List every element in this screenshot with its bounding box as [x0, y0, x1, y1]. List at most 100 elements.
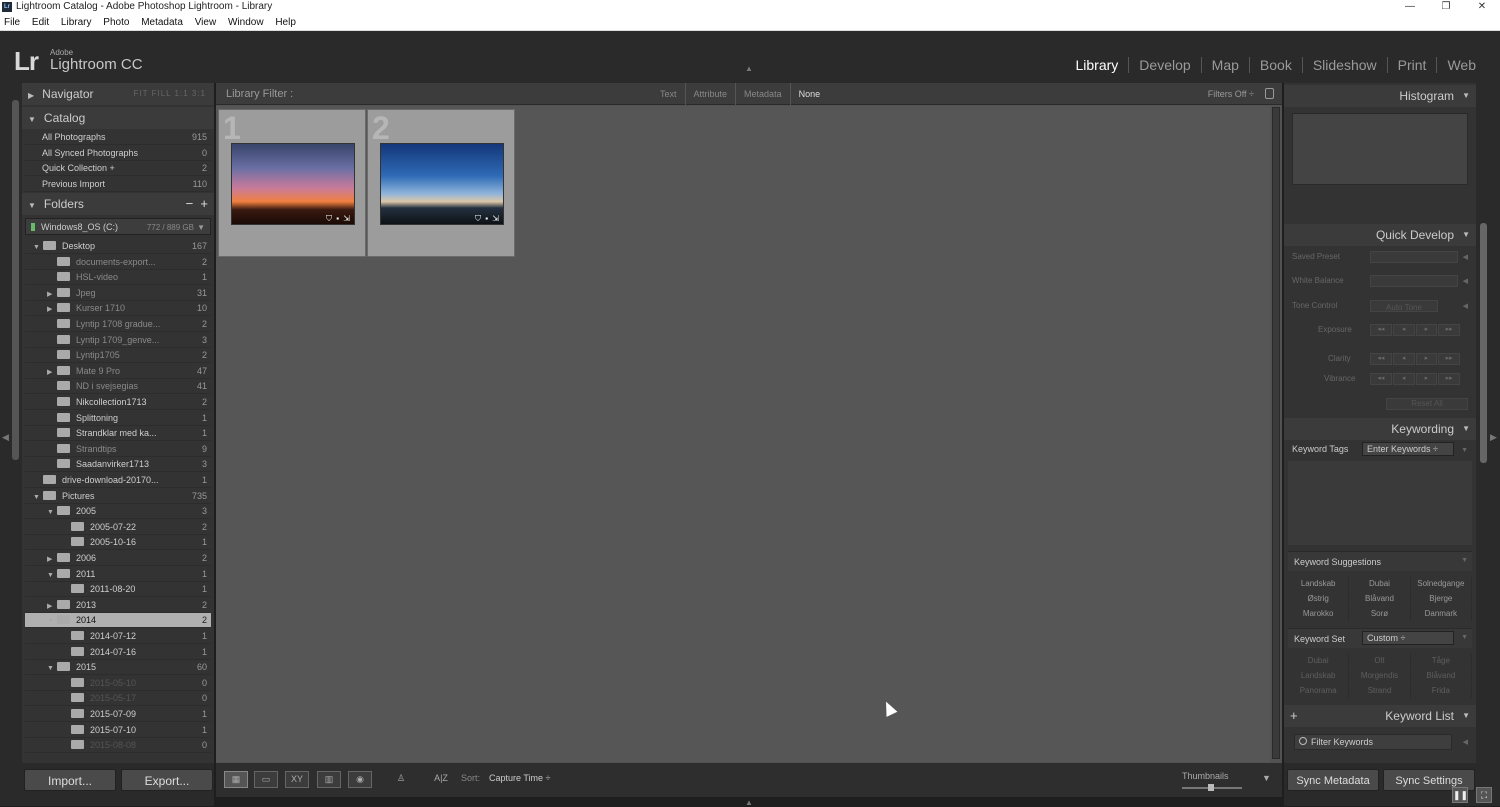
folders-header[interactable]: ▼ Folders − +: [22, 193, 214, 215]
sort-direction-icon[interactable]: A|Z: [428, 771, 454, 788]
module-library[interactable]: Library: [1066, 57, 1129, 73]
keyword-chip[interactable]: Landskab: [1288, 669, 1350, 683]
disclosure-icon[interactable]: ▶: [47, 302, 57, 317]
navigator-zoom-options[interactable]: FIT FILL 1:1 3:1: [134, 83, 206, 105]
arrow-left-icon[interactable]: ◀: [1463, 253, 1468, 261]
folder-item[interactable]: ▼ 2011 1: [25, 567, 211, 582]
left-scrollbar[interactable]: [12, 100, 19, 460]
quick-develop-header[interactable]: Quick Develop ▼: [1284, 224, 1476, 246]
folder-item[interactable]: ▼ 2005 3: [25, 504, 211, 520]
filter-keywords-input[interactable]: Filter Keywords: [1294, 734, 1452, 750]
chevron-down-icon[interactable]: ▼: [1461, 634, 1468, 641]
white-balance-select[interactable]: [1370, 275, 1458, 287]
lock-icon[interactable]: [1265, 88, 1274, 99]
add-keyword-button[interactable]: +: [1290, 705, 1298, 727]
add-folder-button[interactable]: +: [200, 196, 208, 211]
chevron-down-icon[interactable]: ▼: [1461, 447, 1468, 454]
folder-item[interactable]: 2015-08-08 0: [25, 738, 211, 754]
step-button[interactable]: ◂◂: [1370, 324, 1392, 336]
module-print[interactable]: Print: [1386, 57, 1437, 73]
filter-metadata[interactable]: Metadata: [735, 83, 790, 105]
folder-item[interactable]: documents-export... 2: [25, 255, 211, 270]
step-button[interactable]: ▸▸: [1438, 373, 1460, 385]
folder-item[interactable]: ▶ 2006 2: [25, 551, 211, 566]
folder-item[interactable]: ▼ 2015 60: [25, 660, 211, 676]
folder-item[interactable]: ▶ Mate 9 Pro 47: [25, 364, 211, 379]
loupe-view-icon[interactable]: ▭: [254, 771, 278, 788]
arrow-left-icon[interactable]: ◀: [1463, 277, 1468, 285]
module-book[interactable]: Book: [1248, 57, 1302, 73]
menu-window[interactable]: Window: [228, 14, 264, 31]
keyword-chip[interactable]: Panorama: [1288, 684, 1350, 698]
histogram-header[interactable]: Histogram ▼: [1284, 85, 1476, 107]
keyword-chip[interactable]: Morgendis: [1349, 669, 1411, 683]
photo-thumbnail-beach[interactable]: [380, 143, 504, 225]
folder-item[interactable]: 2014-07-12 1: [25, 629, 211, 644]
keyword-chip[interactable]: Østrig: [1288, 592, 1350, 606]
menu-metadata[interactable]: Metadata: [141, 14, 183, 31]
keyword-chip[interactable]: Landskab: [1288, 577, 1350, 591]
keyword-chip[interactable]: Blåvand: [1349, 592, 1411, 606]
filter-attribute[interactable]: Attribute: [684, 83, 736, 105]
keyword-set-select[interactable]: Custom ÷: [1362, 631, 1454, 645]
keyword-tags-select[interactable]: Enter Keywords ÷: [1362, 442, 1454, 456]
folder-item[interactable]: Strandklar med ka... 1: [25, 426, 211, 442]
step-button[interactable]: ▸: [1415, 353, 1438, 365]
collapse-top-icon[interactable]: ▲: [745, 64, 753, 73]
keyword-chip[interactable]: Strand: [1349, 684, 1411, 698]
thumbnail-badges-icon[interactable]: ⛉ ▪ ⇲: [475, 214, 500, 224]
disclosure-icon[interactable]: ▶: [47, 365, 57, 380]
keyword-chip[interactable]: Dubai: [1349, 577, 1411, 591]
folder-item[interactable]: ▶ Kurser 1710 10: [25, 301, 211, 317]
step-button[interactable]: ▸: [1415, 373, 1438, 385]
keyword-list-header[interactable]: + Keyword List ▼: [1284, 705, 1476, 727]
export-button[interactable]: Export...: [121, 769, 213, 791]
disclosure-icon[interactable]: ▶: [47, 599, 57, 614]
module-slideshow[interactable]: Slideshow: [1301, 57, 1387, 73]
grid-view-icon[interactable]: ▦: [224, 771, 248, 788]
step-button[interactable]: ◂: [1392, 324, 1415, 336]
keyword-chip[interactable]: Danmark: [1411, 607, 1472, 621]
disclosure-icon[interactable]: ▼: [33, 240, 43, 255]
survey-view-icon[interactable]: ▥: [317, 771, 341, 788]
module-map[interactable]: Map: [1200, 57, 1249, 73]
keyword-chip[interactable]: Sorø: [1349, 607, 1411, 621]
keyword-chip[interactable]: Dubai: [1288, 654, 1350, 668]
slider-knob[interactable]: [1208, 784, 1214, 791]
folder-item[interactable]: Strandtips 9: [25, 442, 211, 457]
filters-preset-select[interactable]: Filters Off ÷: [1208, 83, 1254, 105]
folder-item[interactable]: ▼ Desktop 167: [25, 239, 211, 254]
step-button[interactable]: ◂: [1392, 353, 1415, 365]
disclosure-icon[interactable]: ▼: [47, 614, 57, 629]
folder-item[interactable]: Lyntip1705 2: [25, 348, 211, 364]
grid-cell[interactable]: 2 ⛉ ▪ ⇲: [367, 109, 515, 257]
folder-item[interactable]: 2011-08-20 1: [25, 582, 211, 598]
step-button[interactable]: ◂: [1392, 373, 1415, 385]
grid-cell[interactable]: 1 ⛉ ▪ ⇲: [218, 109, 366, 257]
folder-item[interactable]: 2005-10-16 1: [25, 535, 211, 551]
catalog-item[interactable]: Quick Collection + 2: [25, 161, 211, 177]
step-button[interactable]: ◂◂: [1370, 353, 1392, 365]
module-web[interactable]: Web: [1436, 57, 1486, 73]
auto-tone-button[interactable]: Auto Tone: [1370, 300, 1438, 312]
filter-none[interactable]: None: [789, 83, 829, 105]
grid-scrollbar[interactable]: [1272, 107, 1280, 759]
step-button[interactable]: ▸▸: [1438, 353, 1460, 365]
disclosure-icon[interactable]: ▼: [47, 661, 57, 676]
close-button[interactable]: ✕: [1464, 0, 1500, 14]
fullscreen-icon[interactable]: ⛶: [1476, 787, 1492, 803]
pause-icon[interactable]: ❚❚: [1452, 787, 1468, 803]
keyword-chip[interactable]: Bjerge: [1411, 592, 1472, 606]
folder-item[interactable]: HSL-video 1: [25, 270, 211, 286]
keyword-chip[interactable]: Blåvand: [1411, 669, 1472, 683]
reset-all-button[interactable]: Reset All: [1386, 398, 1468, 410]
remove-folder-button[interactable]: −: [186, 196, 194, 211]
thumbnail-size-slider[interactable]: [1182, 784, 1242, 791]
restore-button[interactable]: ❐: [1428, 0, 1464, 14]
chevron-down-icon[interactable]: ▼: [1461, 557, 1468, 564]
disclosure-icon[interactable]: ▼: [47, 568, 57, 583]
catalog-item[interactable]: All Synced Photographs 0: [25, 146, 211, 161]
people-view-icon[interactable]: ◉: [348, 771, 372, 788]
folder-item[interactable]: 2014-07-16 1: [25, 645, 211, 660]
menu-library[interactable]: Library: [61, 14, 92, 31]
